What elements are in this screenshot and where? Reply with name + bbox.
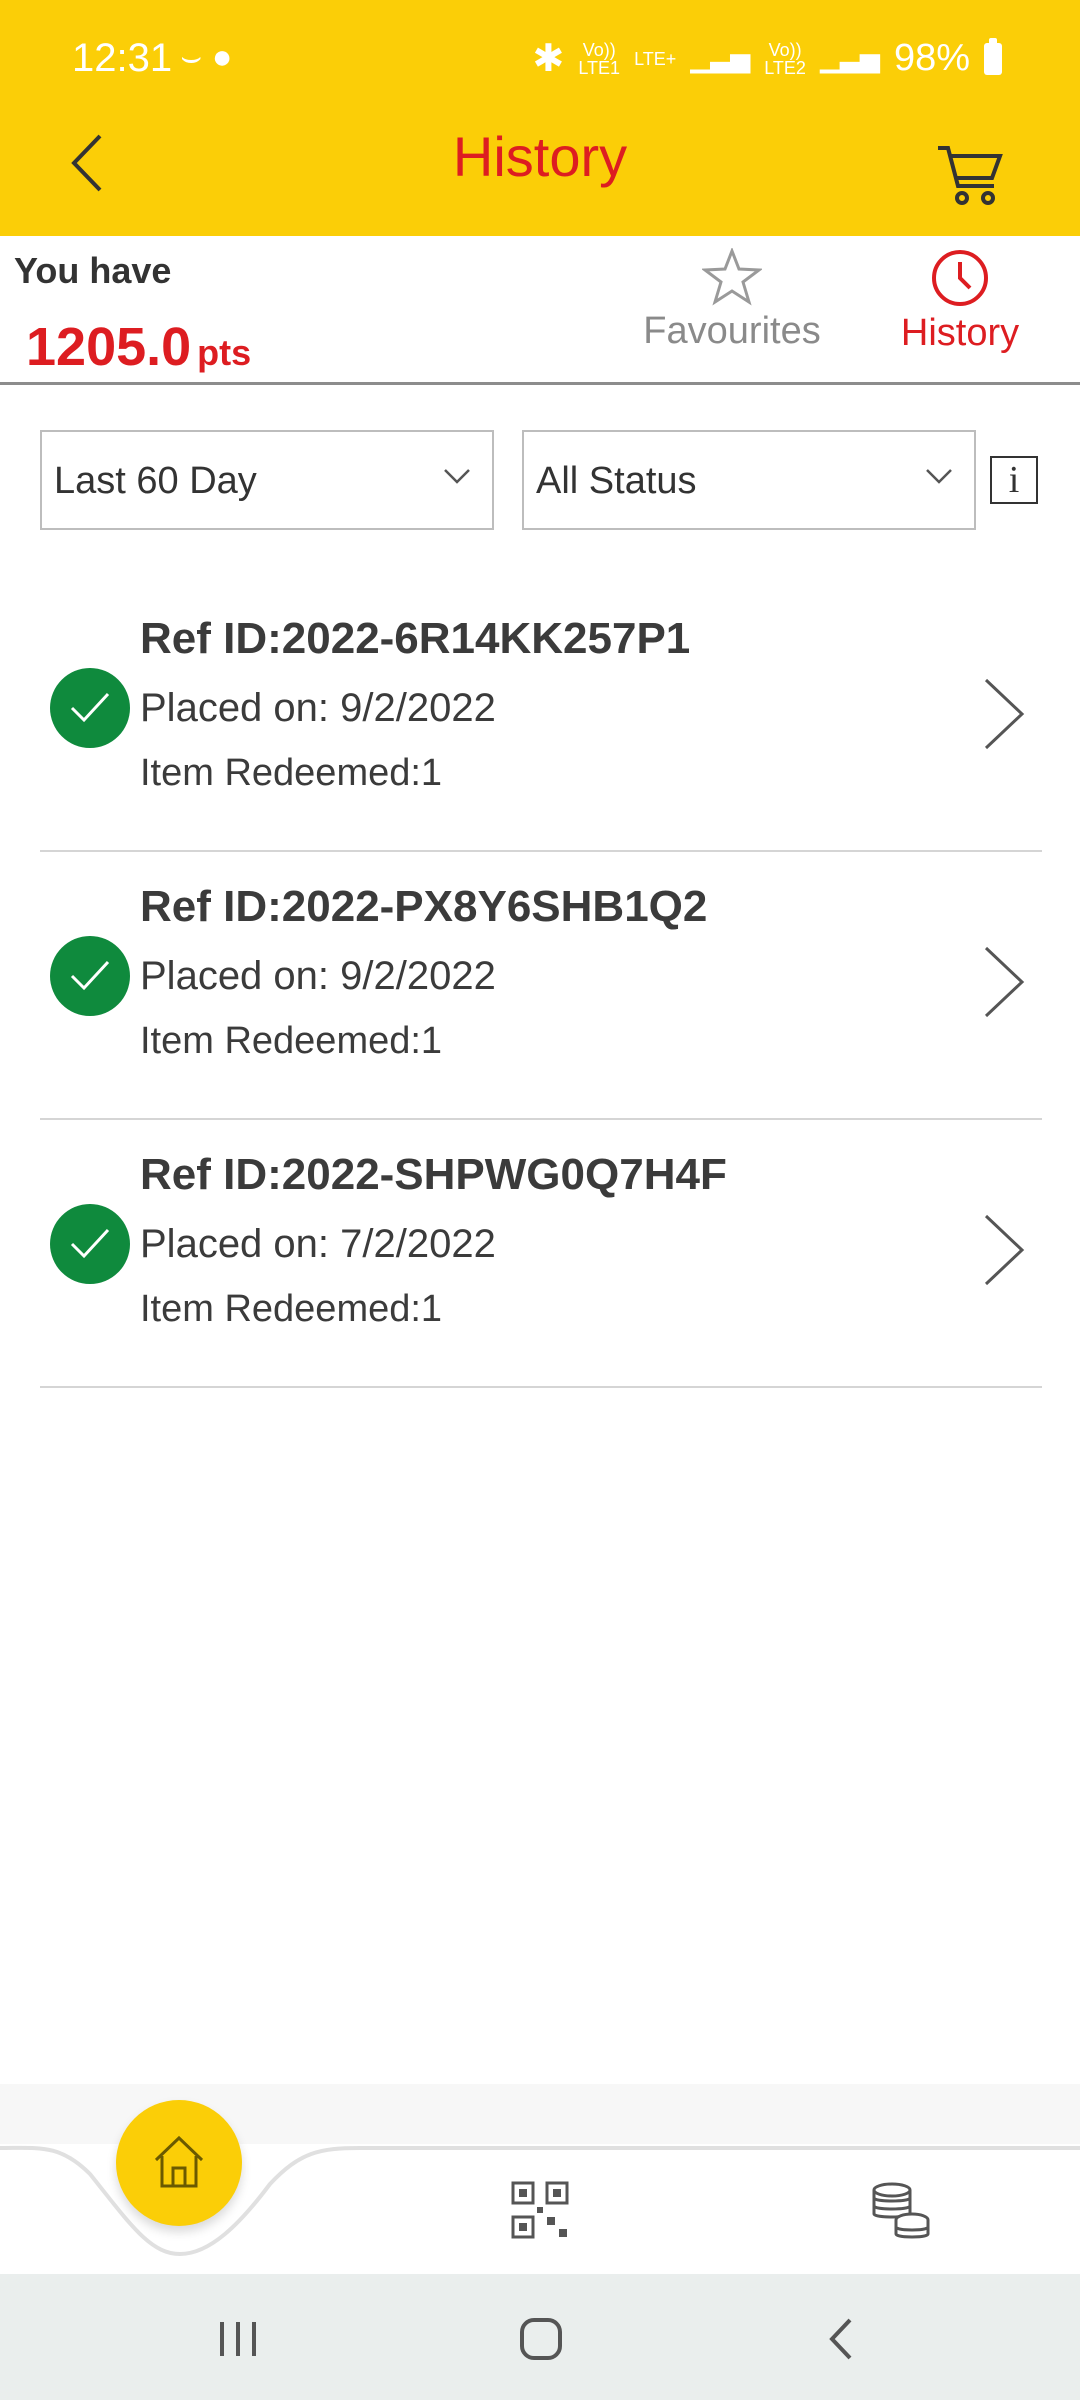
app-header: 12:31 ⌣ ● ✱ Vo)) LTE1 LTE+ ▁▃▅ Vo)) LTE2 ▁… xyxy=(0,0,1080,236)
coins-icon xyxy=(872,2182,930,2239)
order-ref-id: Ref ID:2022-6R14KK257P1 xyxy=(140,614,691,663)
battery-icon xyxy=(984,37,1002,75)
period-filter-select[interactable]: Last 60 Day xyxy=(40,430,494,530)
points-tabs-row: You have 1205.0 pts Favourites History xyxy=(0,236,1080,385)
you-have-label: You have xyxy=(14,250,172,291)
status-time: 12:31 xyxy=(72,36,173,80)
period-filter-value: Last 60 Day xyxy=(54,460,257,502)
tab-history[interactable]: History xyxy=(880,248,1040,355)
chevron-down-icon xyxy=(926,469,952,484)
sim2-indicator: Vo)) LTE2 xyxy=(764,41,806,77)
order-items-redeemed: Item Redeemed:1 xyxy=(140,1020,443,1062)
signal-icon: ▁▃▅ xyxy=(690,43,751,73)
scan-qr-button[interactable] xyxy=(510,2180,570,2240)
order-placed-date: Placed on: 7/2/2022 xyxy=(140,1222,496,1266)
status-bar: 12:31 ⌣ ● ✱ Vo)) LTE1 LTE+ ▁▃▅ Vo)) LTE2 ▁… xyxy=(0,0,1080,120)
chevron-right-icon xyxy=(984,946,1025,1018)
points-unit: pts xyxy=(197,332,252,373)
order-items-redeemed: Item Redeemed:1 xyxy=(140,752,443,794)
home-button[interactable] xyxy=(116,2100,242,2226)
home-system-icon[interactable] xyxy=(510,2314,570,2364)
info-button[interactable]: i xyxy=(990,456,1038,504)
chevron-right-icon xyxy=(984,1214,1025,1286)
clock-icon xyxy=(932,250,988,306)
points-balance: 1205.0 pts xyxy=(26,316,251,378)
order-row[interactable]: Ref ID:2022-PX8Y6SHB1Q2 Placed on: 9/2/2… xyxy=(40,852,1042,1120)
system-navigation-bar xyxy=(0,2274,1080,2400)
recent-apps-icon[interactable] xyxy=(208,2314,268,2364)
order-ref-id: Ref ID:2022-SHPWG0Q7H4F xyxy=(140,1150,727,1199)
sim2-volte: Vo)) xyxy=(768,39,802,60)
order-placed-date: Placed on: 9/2/2022 xyxy=(140,686,496,730)
sim1-indicator: Vo)) LTE1 xyxy=(578,41,620,77)
tab-history-label: History xyxy=(900,312,1020,354)
order-history-list: Ref ID:2022-6R14KK257P1 Placed on: 9/2/2… xyxy=(40,584,1042,1388)
status-filter-select[interactable]: All Status xyxy=(522,430,976,530)
tab-favourites-label: Favourites xyxy=(643,310,821,352)
lte-plus-indicator: LTE+ xyxy=(634,48,677,69)
signal-icon-2: ▁▃▅ xyxy=(819,43,880,73)
check-icon xyxy=(70,960,110,991)
order-ref-id: Ref ID:2022-PX8Y6SHB1Q2 xyxy=(140,882,708,931)
battery-percent: 98% xyxy=(893,37,970,79)
chevron-right-icon xyxy=(984,678,1025,750)
chevron-down-icon xyxy=(444,469,470,484)
sim2-label: LTE2 xyxy=(764,57,806,78)
check-icon xyxy=(70,692,110,723)
info-icon: i xyxy=(1008,459,1020,501)
cart-icon xyxy=(938,146,1003,205)
cart-button[interactable] xyxy=(932,138,1006,210)
notification-icons: ⌣ ● xyxy=(180,38,233,76)
page-title: History xyxy=(452,125,628,188)
order-row[interactable]: Ref ID:2022-6R14KK257P1 Placed on: 9/2/2… xyxy=(40,584,1042,852)
bluetooth-icon: ✱ xyxy=(532,38,565,80)
home-icon xyxy=(154,2135,204,2188)
completed-status-badge xyxy=(50,936,130,1016)
back-system-icon[interactable] xyxy=(812,2314,872,2364)
status-right: ✱ Vo)) LTE1 LTE+ ▁▃▅ Vo)) LTE2 ▁▃▅ 98% xyxy=(533,36,1002,81)
status-filter-value: All Status xyxy=(536,460,697,502)
completed-status-badge xyxy=(50,668,130,748)
points-value: 1205.0 xyxy=(26,317,192,377)
order-placed-date: Placed on: 9/2/2022 xyxy=(140,954,496,998)
completed-status-badge xyxy=(50,1204,130,1284)
qr-code-icon xyxy=(511,2181,569,2239)
star-icon xyxy=(702,248,762,306)
order-row[interactable]: Ref ID:2022-SHPWG0Q7H4F Placed on: 7/2/2… xyxy=(40,1120,1042,1388)
order-items-redeemed: Item Redeemed:1 xyxy=(140,1288,443,1330)
sim1-label: LTE1 xyxy=(578,57,621,78)
sim1-volte: Vo)) xyxy=(582,39,616,60)
tab-favourites[interactable]: Favourites xyxy=(632,248,832,353)
rewards-points-button[interactable] xyxy=(870,2180,932,2242)
check-icon xyxy=(70,1228,110,1259)
